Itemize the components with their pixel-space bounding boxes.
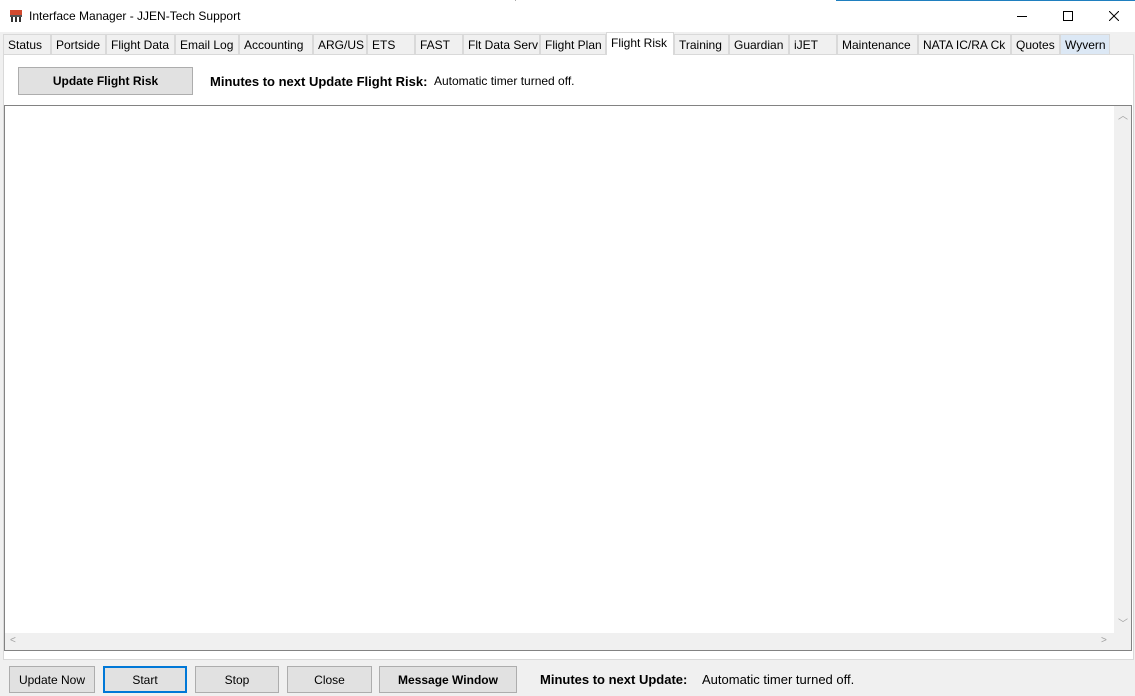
title-bar: Interface Manager - JJEN-Tech Support (0, 0, 1135, 32)
window-title: Interface Manager - JJEN-Tech Support (29, 9, 241, 23)
tab-flight-data[interactable]: Flight Data (106, 34, 175, 54)
scroll-down-icon[interactable]: ﹀ (1118, 620, 1128, 630)
tab-accounting[interactable]: Accounting (239, 34, 313, 54)
tab-quotes[interactable]: Quotes (1011, 34, 1060, 54)
tab-ijet[interactable]: iJET (789, 34, 837, 54)
minimize-icon (1017, 16, 1027, 17)
close-window-button[interactable] (1091, 0, 1135, 32)
app-icon (10, 10, 22, 22)
flight-risk-timer-label: Minutes to next Update Flight Risk: (210, 74, 428, 89)
flight-risk-output-textbox[interactable]: ︿ ﹀ < > (4, 105, 1132, 651)
scroll-corner (1114, 633, 1131, 650)
horizontal-scrollbar[interactable]: < > (5, 633, 1114, 650)
maximize-icon (1063, 11, 1073, 21)
minimize-button[interactable] (999, 0, 1045, 32)
title-divider (515, 0, 516, 1)
flight-risk-timer-value: Automatic timer turned off. (434, 74, 575, 88)
update-flight-risk-button[interactable]: Update Flight Risk (18, 67, 193, 95)
close-icon (1109, 11, 1119, 21)
message-window-button[interactable]: Message Window (379, 666, 517, 693)
scroll-right-icon[interactable]: > (1101, 636, 1107, 646)
tab-flight-risk[interactable]: Flight Risk (606, 32, 674, 55)
update-timer-label: Minutes to next Update: (540, 672, 688, 687)
scroll-up-icon[interactable]: ︿ (1118, 112, 1128, 122)
stop-button[interactable]: Stop (195, 666, 279, 693)
maximize-button[interactable] (1045, 0, 1091, 32)
tab-email-log[interactable]: Email Log (175, 34, 239, 54)
update-now-button[interactable]: Update Now (9, 666, 95, 693)
tab-flight-plan[interactable]: Flight Plan (540, 34, 606, 54)
vertical-scrollbar[interactable]: ︿ ﹀ (1114, 106, 1131, 634)
scroll-left-icon[interactable]: < (10, 636, 16, 646)
tab-maintenance[interactable]: Maintenance (837, 34, 918, 54)
update-timer-value: Automatic timer turned off. (702, 672, 855, 687)
tab-flt-data-serv[interactable]: Flt Data Serv (463, 34, 540, 54)
tab-portside[interactable]: Portside (51, 34, 106, 54)
tab-wyvern[interactable]: Wyvern (1060, 34, 1110, 54)
tab-argus[interactable]: ARG/US (313, 34, 367, 54)
start-button[interactable]: Start (103, 666, 187, 693)
tab-training[interactable]: Training (674, 34, 729, 54)
close-button[interactable]: Close (287, 666, 372, 693)
tab-fast[interactable]: FAST (415, 34, 463, 54)
tab-status[interactable]: Status (3, 34, 51, 54)
tab-ets[interactable]: ETS (367, 34, 415, 54)
tab-strip: Status Portside Flight Data Email Log Ac… (3, 32, 1133, 55)
tab-guardian[interactable]: Guardian (729, 34, 789, 54)
tab-nata-ic-ra-ck[interactable]: NATA IC/RA Ck (918, 34, 1011, 54)
